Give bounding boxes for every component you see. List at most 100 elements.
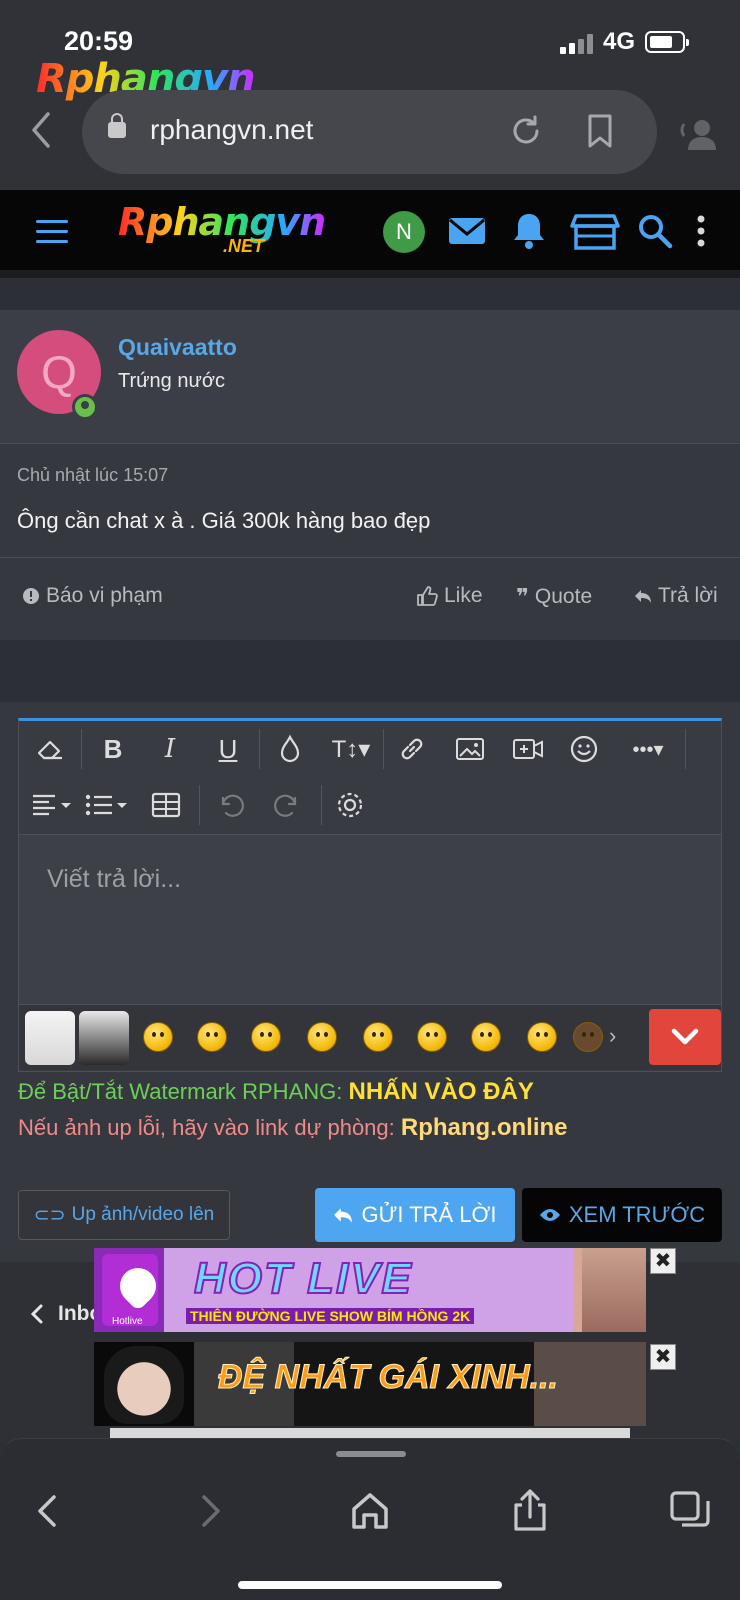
ad-title: ĐỆ NHẤT GÁI XINH... [217,1358,559,1397]
like-button[interactable]: Like [416,584,483,608]
backup-link[interactable]: Rphang.online [401,1114,568,1141]
bookmark-icon[interactable] [587,114,613,148]
watermark-link[interactable]: NHẤN VÀO ĐÂY [348,1078,533,1105]
report-button[interactable]: Báo vi phạm [22,584,163,608]
reader-voice-icon[interactable] [678,116,722,152]
quote-icon: ❞ [516,584,529,609]
underline-icon[interactable]: U [209,730,247,768]
forward-icon[interactable] [186,1487,234,1535]
browser-chrome: 20:59 4G Rphangvn .NET rphangvn.net [0,0,740,190]
menu-icon[interactable] [36,220,68,244]
sheet-grabber[interactable] [336,1451,406,1457]
alert-icon [23,588,39,604]
undo-icon[interactable] [211,786,249,824]
inbox-link[interactable]: Inbo [30,1302,102,1326]
ad-title: HOT LIVE [193,1253,413,1304]
ad-strip [110,1428,630,1438]
color-drop-icon[interactable] [271,730,309,768]
url-bar[interactable]: rphangvn.net [82,90,657,174]
text-size-icon[interactable]: T↕▾ [327,730,375,768]
eraser-icon[interactable] [31,730,69,768]
more-vertical-icon[interactable] [686,210,716,252]
post-actions: Báo vi phạm Like ❞ Quote Trả lời [0,557,740,640]
browser-toolbar [0,1438,740,1600]
upload-media-button[interactable]: ⊂⊃ Up ảnh/video lên [18,1190,230,1240]
author-username[interactable]: Quaivaatto [118,334,237,361]
smiley-icon[interactable] [197,1022,227,1052]
gaixinh-ad-banner[interactable]: ĐỆ NHẤT GÁI XINH... [94,1342,646,1426]
list-icon[interactable] [85,786,131,824]
italic-icon[interactable]: I [151,730,189,768]
notification-bell-icon[interactable] [508,210,550,252]
back-icon[interactable] [24,1487,72,1535]
table-icon[interactable] [147,786,185,824]
backup-text: Nếu ảnh up lỗi, hãy vào link dự phòng: [18,1115,401,1140]
cat-sticker-icon[interactable] [79,1011,129,1065]
author-title: Trứng nước [118,370,225,392]
smile-icon[interactable] [565,730,603,768]
reply-textarea[interactable]: Viết trả lời... [19,834,721,1004]
search-icon[interactable] [634,210,676,252]
preview-button[interactable]: XEM TRƯỚC [522,1188,722,1242]
chevron-down-icon [671,1028,699,1045]
toolbar-row-2 [19,777,721,832]
tabs-icon[interactable] [666,1487,714,1535]
collapse-smilies-button[interactable] [649,1009,721,1065]
more-icon[interactable]: •••▾ [623,730,673,768]
image-icon[interactable] [451,730,489,768]
smiley-icon[interactable] [527,1022,557,1052]
quote-button[interactable]: ❞ Quote [516,584,592,610]
ad-subtitle: THIÊN ĐƯỜNG LIVE SHOW BÍM HỒNG 2K [186,1308,475,1324]
smiley-icon[interactable] [417,1022,447,1052]
status-time: 20:59 [64,26,134,56]
lock-icon [108,113,126,138]
reply-icon [334,1208,353,1223]
site-logo[interactable]: Rphangvn .NET [118,200,326,257]
thumbs-up-icon [417,586,438,606]
browser-back-icon[interactable] [28,110,54,150]
settings-icon[interactable] [331,786,369,824]
reload-icon[interactable] [509,114,543,148]
chevron-right-icon[interactable]: › [609,1023,616,1049]
close-ad-icon[interactable]: ✖ [650,1248,676,1274]
smiley-icon[interactable] [573,1022,603,1052]
smiley-icon[interactable] [307,1022,337,1052]
home-indicator [238,1581,502,1589]
cat-sticker-icon[interactable] [25,1011,75,1065]
pagination-strip [0,270,740,278]
site-navbar: Rphangvn .NET N [0,190,740,278]
smiley-icon[interactable] [363,1022,393,1052]
user-avatar[interactable]: N [383,211,425,253]
smiley-icon[interactable] [471,1022,501,1052]
toolbar-row-1: B I U T↕▾ •••▾ [19,721,721,776]
store-icon[interactable] [570,210,620,252]
reply-label: Trả lời [658,584,718,607]
smiley-bar: › [19,1004,721,1070]
redo-icon[interactable] [269,786,307,824]
link-icon[interactable] [393,730,431,768]
url-text[interactable]: rphangvn.net [150,114,313,146]
backup-link-line: Nếu ảnh up lỗi, hãy vào link dự phòng: R… [18,1114,568,1142]
video-icon[interactable] [509,730,547,768]
rich-text-editor: B I U T↕▾ •••▾ Viết trả lời... › [18,718,722,1072]
quote-label: Quote [534,585,593,608]
post-author-block: Q Quaivaatto Trứng nước [0,310,740,444]
smiley-icon[interactable] [143,1022,173,1052]
close-ad-icon[interactable]: ✖ [650,1344,676,1370]
smiley-icon[interactable] [251,1022,281,1052]
like-label: Like [444,584,483,607]
post-date[interactable]: Chủ nhật lúc 15:07 [17,465,168,486]
reply-placeholder: Viết trả lời... [47,865,182,893]
watermark-text: Để Bật/Tắt Watermark RPHANG: [18,1079,349,1104]
inbox-mail-icon[interactable] [446,210,488,252]
hotlive-logo: Hotlive [102,1254,164,1327]
home-icon[interactable] [346,1487,394,1535]
submit-reply-button[interactable]: GỬI TRẢ LỜI [315,1188,515,1242]
reply-button[interactable]: Trả lời [634,584,718,608]
share-icon[interactable] [506,1487,554,1535]
chevron-left-icon [30,1304,43,1324]
bold-icon[interactable]: B [94,730,132,768]
hotlive-ad-banner[interactable]: Hotlive HOT LIVE THIÊN ĐƯỜNG LIVE SHOW B… [94,1248,646,1332]
align-icon[interactable] [31,786,75,824]
quick-reply: B I U T↕▾ •••▾ Viết trả lời... › Để Bật/… [0,702,740,1262]
